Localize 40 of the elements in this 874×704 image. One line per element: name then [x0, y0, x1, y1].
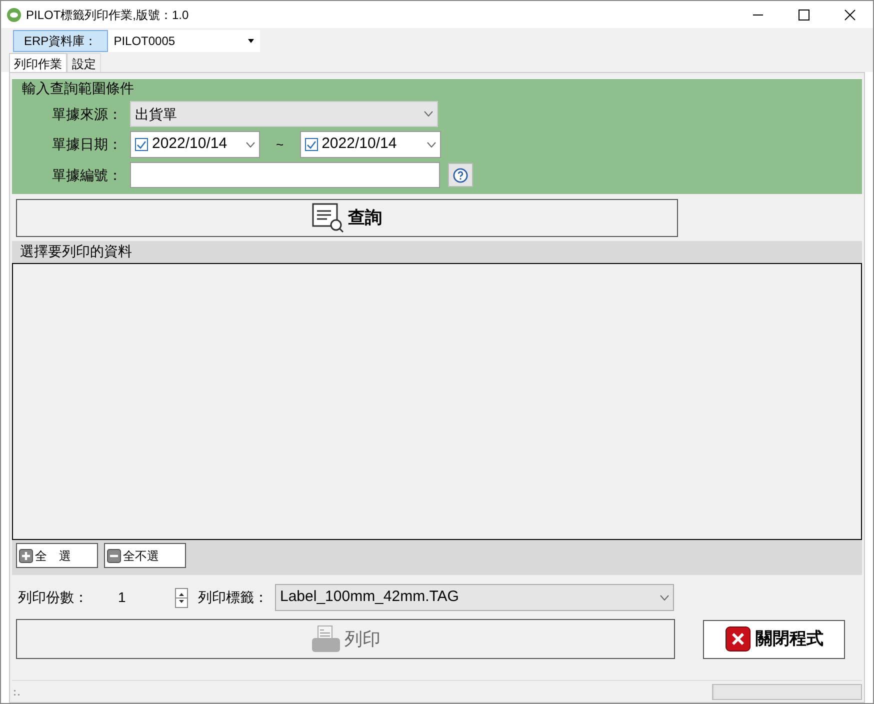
group-title: 選擇要列印的資料	[20, 243, 132, 259]
field-label: 單據日期：	[51, 135, 122, 154]
chevron-icon	[246, 142, 255, 148]
chevron-icon	[424, 111, 433, 117]
field-label: 單據來源：	[51, 104, 122, 124]
checkbox[interactable]	[135, 138, 148, 151]
tab[interactable]: 設定	[67, 53, 101, 72]
close-icon	[724, 626, 750, 652]
window-title: PILOT標籤列印作業,版號：1.0	[26, 6, 189, 24]
date-picker[interactable]: 2022/10/14	[130, 131, 260, 158]
minus-icon	[107, 548, 121, 562]
range-separator: ~	[275, 136, 285, 154]
group-title: 輸入查詢範圍條件	[22, 80, 134, 96]
search-list-icon	[312, 203, 344, 233]
field-label: 單據編號：	[51, 166, 122, 184]
chevron-icon	[426, 142, 436, 148]
tab[interactable]: 列印作業	[9, 53, 67, 72]
caret-icon	[248, 38, 254, 42]
resize-grip-icon	[14, 688, 22, 696]
spinner-arrows-icon	[175, 588, 188, 608]
database-label: ERP資料庫：	[13, 30, 108, 52]
help-button[interactable]	[448, 163, 473, 187]
database-dropdown[interactable]: PILOT0005	[108, 30, 260, 52]
select-none-button[interactable]: 全不選	[104, 543, 186, 568]
plus-icon	[19, 548, 33, 562]
chevron-icon	[660, 594, 669, 600]
query-button[interactable]: 查詢	[16, 199, 678, 237]
source-dropdown[interactable]: 出貨單	[130, 101, 438, 127]
printer-icon	[310, 625, 340, 653]
label-template-label: 列印標籤：	[198, 588, 268, 607]
label-template-dropdown[interactable]: Label_100mm_42mm.TAG	[275, 584, 674, 611]
date-picker[interactable]: 2022/10/14	[300, 131, 441, 158]
document-number-field[interactable]	[130, 162, 440, 188]
help-icon	[453, 168, 468, 182]
checkbox[interactable]	[304, 138, 318, 151]
close-program-button[interactable]: 關閉程式	[703, 620, 845, 658]
select-all-button[interactable]: 全 選	[16, 543, 98, 568]
copies-spinner[interactable]: 1	[118, 586, 188, 608]
app-icon	[7, 8, 21, 22]
copies-label: 列印份數：	[18, 588, 89, 607]
